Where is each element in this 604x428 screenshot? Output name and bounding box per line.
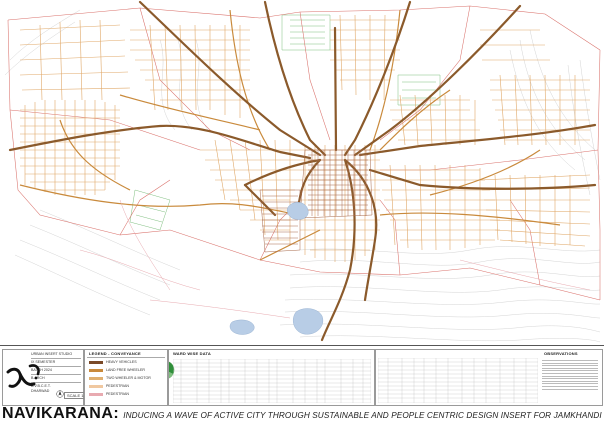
legend-swatch — [89, 384, 103, 388]
note-line — [542, 388, 598, 390]
observations-panel: OBSERVATIONS — [375, 349, 603, 406]
legend-label: TWO WHEELER & MOTOR — [106, 376, 151, 380]
note-line — [542, 383, 598, 385]
legend-item: TWO WHEELER & MOTOR — [89, 376, 151, 380]
studio-logo — [6, 364, 40, 388]
note-line — [542, 372, 598, 374]
legend-item: LAND FREE WHEELER — [89, 368, 145, 372]
north-arrow-icon — [56, 390, 64, 398]
sheet-title: NAVIKARANA: INDUCING A WAVE OF ACTIVE CI… — [2, 405, 602, 425]
pond-southwest — [229, 319, 255, 335]
note-line — [542, 360, 598, 361]
legend-label: LAND FREE WHEELER — [106, 368, 145, 372]
legend-item: PEDESTRIAN — [89, 392, 129, 396]
map-background — [0, 0, 604, 345]
project-tagline: INDUCING A WAVE OF ACTIVE CITY THROUGH S… — [123, 411, 602, 420]
note-line — [542, 362, 598, 364]
legend-swatch — [89, 392, 103, 396]
city-map — [0, 0, 604, 345]
note-line — [542, 365, 598, 367]
divider — [31, 358, 81, 359]
note-line — [542, 367, 598, 369]
project-name: NAVIKARANA: — [2, 405, 120, 422]
ward-data-panel: WARD WISE DATA — [168, 349, 375, 406]
note-line — [542, 375, 598, 377]
ward-data-table — [173, 359, 371, 403]
observation-notes — [542, 360, 598, 391]
legend-swatch — [89, 360, 103, 364]
legend-item: HEAVY VEHICLES — [89, 360, 137, 364]
legend-item: PEDESTRIAN — [89, 384, 129, 388]
lake-north — [287, 202, 309, 220]
note-line — [542, 370, 598, 372]
legend-label: HEAVY VEHICLES — [106, 360, 137, 364]
legend-swatch — [89, 368, 103, 372]
legend-label: PEDESTRIAN — [106, 392, 129, 396]
note-line — [542, 385, 598, 387]
legend-swatch — [89, 376, 103, 380]
note-line — [542, 378, 598, 380]
observations-title: OBSERVATIONS — [544, 351, 578, 356]
note-line — [542, 380, 598, 382]
legend-title: LEGEND - CONVEYANCE — [89, 351, 141, 356]
observations-table — [378, 358, 538, 403]
divider — [87, 357, 165, 358]
legend-panel: LEGEND - CONVEYANCE HEAVY VEHICLES LAND F… — [84, 349, 168, 406]
legend-label: PEDESTRIAN — [106, 384, 129, 388]
studio-name: URBAN INSERT STUDIO — [31, 352, 73, 356]
